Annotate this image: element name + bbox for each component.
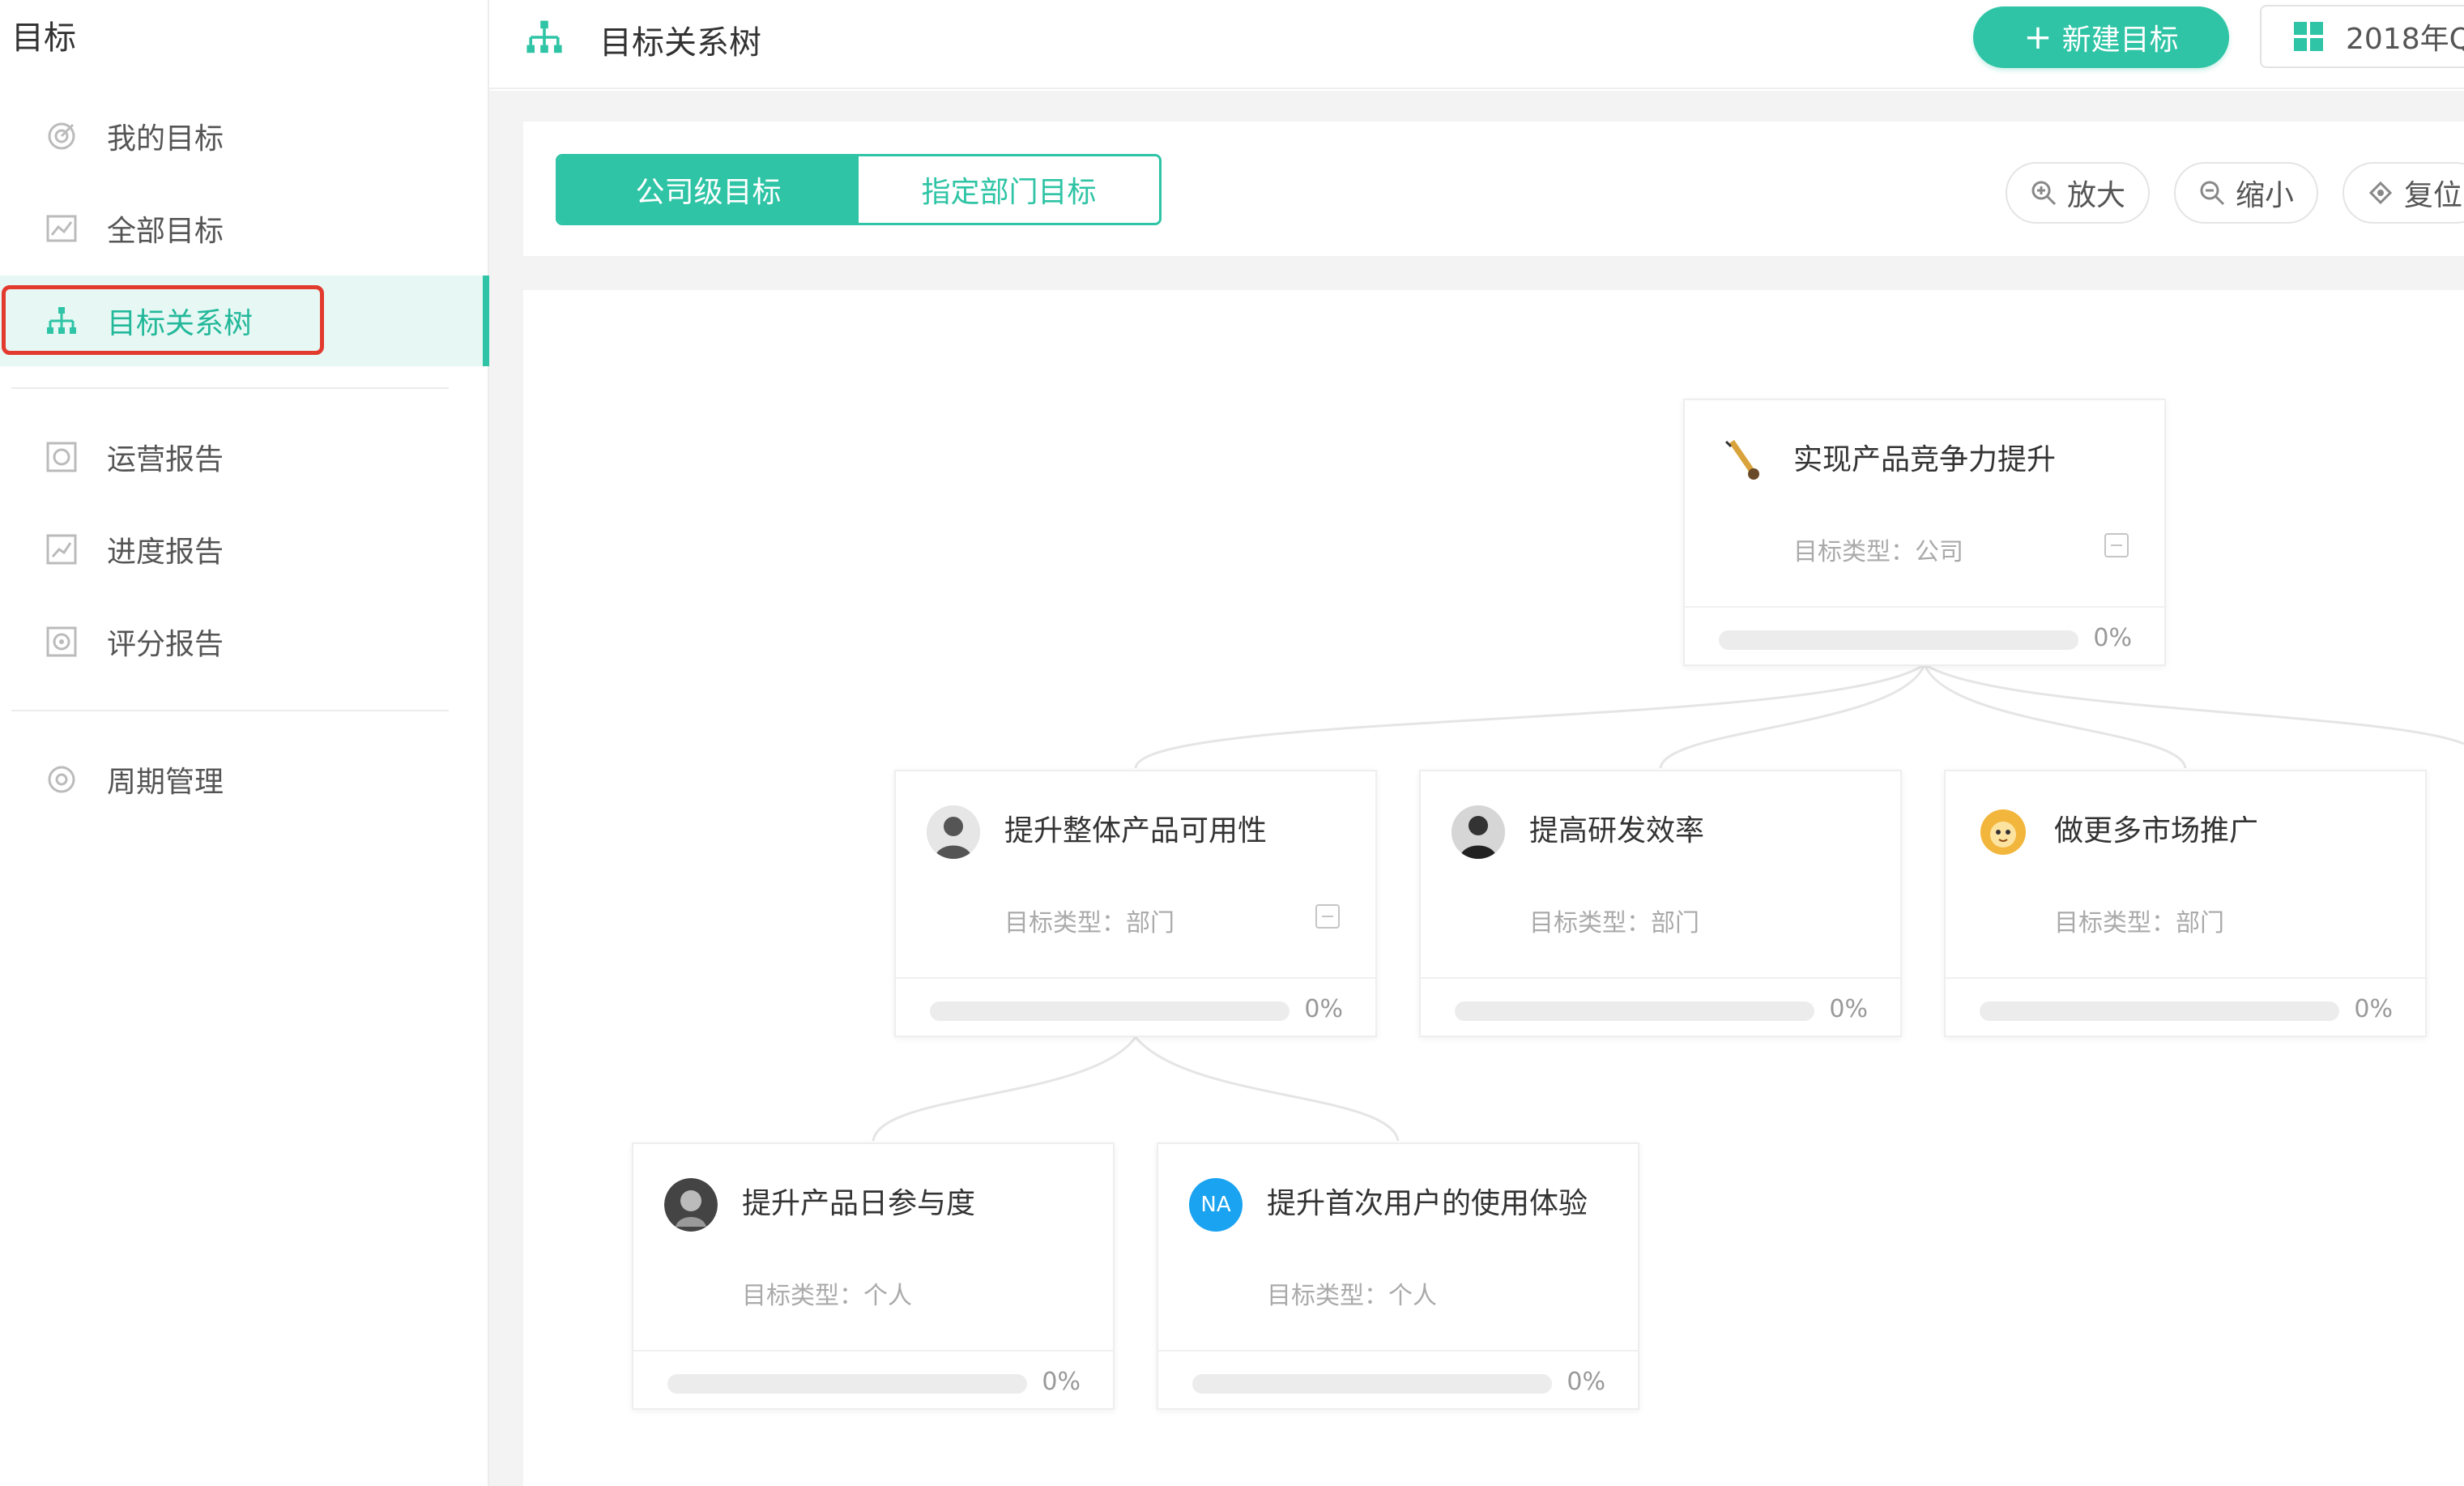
person-avatar	[927, 805, 980, 859]
card-divider	[896, 977, 1375, 979]
sidebar: 目标 我的目标 全部目标 目标关系树 运营报告 进度报告 评分报告 周期管理	[0, 0, 489, 1486]
card-divider	[1158, 1350, 1638, 1351]
sidebar-item-label: 评分报告	[107, 628, 224, 661]
progress-bar	[1719, 630, 2078, 650]
progress-bar	[1455, 1001, 1814, 1021]
app-root: 目标 我的目标 全部目标 目标关系树 运营报告 进度报告 评分报告 周期管理 目…	[0, 0, 2464, 1486]
grid-icon	[2294, 22, 2323, 51]
zoom-out-icon	[2200, 181, 2225, 206]
page-title: 目标关系树	[599, 24, 761, 62]
period-selector[interactable]: 2018年Q	[2260, 5, 2464, 68]
tab-department-goals[interactable]: 指定部门目标	[859, 156, 1159, 223]
progress-percent: 0%	[1304, 995, 1343, 1023]
zoom-in-button[interactable]: 放大	[2006, 162, 2151, 224]
chart-icon	[44, 211, 79, 246]
reset-view-button[interactable]: 复位	[2343, 162, 2464, 224]
report-icon	[44, 439, 79, 475]
progress-percent: 0%	[1567, 1368, 1605, 1396]
goal-title: 做更多市场推广	[2054, 814, 2259, 848]
initials-avatar: NA	[1189, 1178, 1243, 1232]
reset-icon	[2368, 181, 2393, 205]
zoom-in-label: 放大	[2067, 179, 2126, 212]
goal-type: 目标类型：公司	[1793, 538, 1963, 566]
goal-card[interactable]: 提升整体产品可用性 目标类型：部门 0%	[894, 770, 1377, 1037]
progress-bar	[1192, 1374, 1552, 1394]
progress-percent: 0%	[1829, 995, 1868, 1023]
card-divider	[1946, 977, 2425, 979]
goal-card[interactable]: 做更多市场推广 目标类型：部门 0%	[1944, 770, 2427, 1037]
zoom-out-button[interactable]: 缩小	[2174, 162, 2319, 224]
goal-card[interactable]: NA 提升首次用户的使用体验 目标类型：个人 0%	[1157, 1142, 1639, 1410]
scope-segmented-control: 公司级目标 指定部门目标	[556, 154, 1162, 225]
nav-divider	[11, 710, 449, 711]
progress-percent: 0%	[1042, 1368, 1081, 1396]
sidebar-item-label: 全部目标	[107, 215, 224, 248]
tree-icon	[525, 18, 564, 57]
collapse-icon[interactable]	[1315, 904, 1340, 929]
goal-type: 目标类型：部门	[1004, 909, 1174, 937]
sidebar-item-progress-report[interactable]: 进度报告	[0, 504, 489, 595]
goal-type: 目标类型：个人	[1267, 1282, 1437, 1310]
goal-card[interactable]: 提高研发效率 目标类型：部门 0%	[1419, 770, 1902, 1037]
goal-title: 提升首次用户的使用体验	[1267, 1187, 1588, 1220]
goal-title: 提高研发效率	[1529, 814, 1705, 848]
sidebar-item-all-goals[interactable]: 全部目标	[0, 183, 489, 274]
reset-label: 复位	[2404, 179, 2463, 212]
period-value: 2018年Q	[2346, 23, 2464, 56]
goal-title: 提升整体产品可用性	[1004, 814, 1268, 848]
target-icon	[44, 118, 79, 154]
goal-card[interactable]: 实现产品竞争力提升 目标类型：公司 0%	[1683, 399, 2166, 666]
new-goal-button[interactable]: + 新建目标	[1973, 6, 2229, 68]
zoom-out-label: 缩小	[2236, 179, 2295, 212]
person-avatar	[1452, 805, 1505, 859]
goal-card[interactable]: 提升产品日参与度 目标类型：个人 0%	[632, 1142, 1115, 1410]
goal-type: 目标类型：部门	[2054, 909, 2224, 937]
sidebar-item-cycle-management[interactable]: 周期管理	[0, 734, 489, 825]
tree-toolbar: 公司级目标 指定部门目标 放大 缩小 复位	[523, 122, 2464, 256]
collapse-icon[interactable]	[2104, 533, 2129, 557]
sidebar-item-label: 进度报告	[107, 536, 224, 569]
goal-title: 实现产品竞争力提升	[1793, 443, 2057, 476]
new-goal-label: 新建目标	[2061, 23, 2179, 57]
progress-bar	[1980, 1001, 2339, 1021]
progress-percent: 0%	[2354, 995, 2393, 1023]
card-divider	[1421, 977, 1900, 979]
goal-tree-canvas[interactable]: 实现产品竞争力提升 目标类型：公司 0% 提升整体产品可用性 目标类型：部门 0…	[523, 290, 2464, 1486]
plus-icon: +	[2023, 17, 2053, 57]
card-divider	[633, 1350, 1113, 1351]
goal-title: 提升产品日参与度	[742, 1187, 976, 1220]
sidebar-item-label: 我的目标	[107, 122, 224, 156]
trophy-icon	[1716, 434, 1769, 488]
nav-divider	[11, 387, 449, 389]
trend-icon	[44, 532, 79, 567]
progress-bar	[667, 1374, 1027, 1394]
active-item-highlight	[2, 285, 324, 355]
card-divider	[1685, 606, 2164, 608]
score-icon	[44, 624, 79, 660]
sidebar-item-ops-report[interactable]: 运营报告	[0, 412, 489, 502]
sidebar-title: 目标	[11, 19, 76, 57]
progress-percent: 0%	[2093, 624, 2132, 652]
zoom-in-icon	[2031, 181, 2057, 206]
cycle-icon	[44, 762, 79, 797]
lion-avatar	[1976, 805, 2030, 859]
sidebar-item-label: 运营报告	[107, 443, 224, 476]
goal-type: 目标类型：部门	[1529, 909, 1699, 937]
progress-bar	[930, 1001, 1290, 1021]
sidebar-item-my-goals[interactable]: 我的目标	[0, 91, 489, 181]
sidebar-item-label: 周期管理	[107, 766, 224, 799]
page-header: 目标关系树 + 新建目标 2018年Q	[489, 0, 2464, 89]
sidebar-item-score-report[interactable]: 评分报告	[0, 596, 489, 687]
tab-company-goals[interactable]: 公司级目标	[558, 156, 859, 223]
goal-type: 目标类型：个人	[742, 1282, 912, 1310]
person-avatar	[664, 1178, 718, 1232]
